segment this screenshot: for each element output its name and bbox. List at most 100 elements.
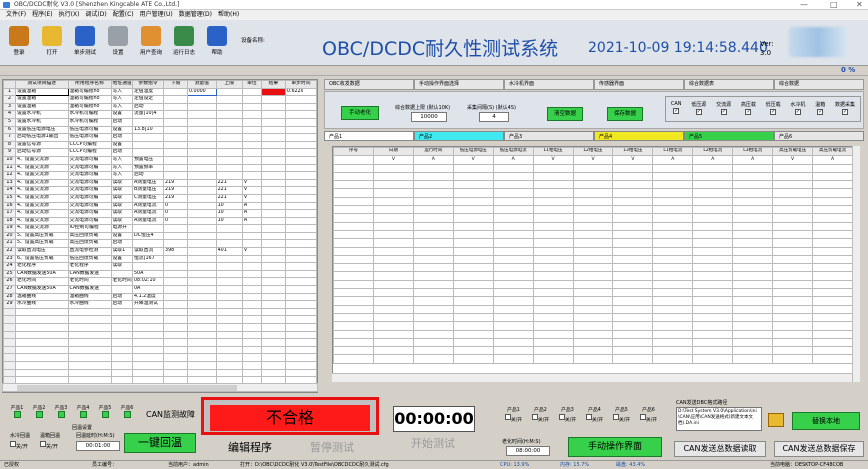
column-header[interactable]: 单步时间 [284,80,317,89]
device-check-4[interactable]: 低压载 ✓ [766,101,781,121]
table-row[interactable]: 12 4、设置交流源 交流电源可编 写入 启动 [3,171,317,180]
menu-item-1[interactable]: 程序(E) [32,10,52,20]
data-column-header[interactable]: 低压电源电压 [452,147,494,157]
table-row[interactable]: 7 启动低压电源1输出 低压电源可编 启动 [3,133,317,142]
data-column-header[interactable]: 序号 [333,147,374,157]
data-column-header[interactable]: 低压电源电流 [492,147,534,157]
column-header[interactable] [3,80,16,89]
product-tab-5[interactable]: 产品5 [684,131,774,141]
upper-limit-input[interactable]: 10000 [411,112,447,122]
product-switch-5[interactable]: 产品5 关/开 [608,406,635,423]
aging-time-input[interactable]: 08:00:00 [506,446,550,456]
product-tab-3[interactable]: 产品3 [504,131,594,141]
menu-item-6[interactable]: 数据管理(D) [179,10,212,20]
table-row[interactable]: 13 4、设置交流源 交流电源可编 读取 A测量电压 219 221 V [3,178,317,188]
column-header[interactable]: 上限 [215,80,243,89]
column-header[interactable]: 结果 [260,80,286,89]
table-row[interactable]: 5 设置水冷机 水冷机可编程 启动 [3,117,317,127]
toolbar-button-5[interactable]: 运行日志 [171,26,197,64]
data-column-header[interactable]: 高压负载电压 [772,147,814,157]
table-row[interactable]: 4 设置水冷机 水冷机可编程 设置 流量[10]4 [3,110,317,119]
tab-1[interactable]: 手动操作界面选择 [414,79,504,90]
vertical-scrollbar[interactable] [852,146,860,382]
save-data-button[interactable]: 保存数据 [607,107,643,121]
table-row[interactable]: 10 4、设置交流源 交流电源可编 写入 预置电压 [3,155,317,165]
table-row[interactable]: 14 4、设置交流源 交流电源可编 读取 B测量电压 219 221 V [3,186,317,195]
tab-0[interactable]: OBC收发数据 [324,79,414,90]
product-tab-4[interactable]: 产品4 [594,131,684,141]
data-column-header[interactable]: L1相电压 [532,147,574,157]
device-check-3[interactable]: 高压载 ✓ [741,101,756,121]
one-key-return-button[interactable]: 一键回温 [124,433,196,453]
checkbox[interactable]: ✓ [695,109,702,115]
device-check-2[interactable]: 交流源 ✓ [716,101,731,121]
column-header[interactable]: 下限 [163,80,188,89]
product-tab-2[interactable]: 产品2 [414,131,504,141]
column-header[interactable]: 测试项目描述 [14,80,69,89]
product-switch-6[interactable]: 产品6 关/开 [635,406,662,423]
clear-data-button[interactable]: 清空数据 [547,107,583,121]
replace-local-button[interactable]: 替换本地 [792,412,860,430]
manual-aging-button[interactable]: 手动老化 [341,106,379,120]
toolbar-button-4[interactable]: 用户查询 [138,26,164,64]
product-switch-2[interactable]: 产品2 关/开 [527,406,554,423]
checkbox[interactable]: ✓ [794,109,801,115]
return-delay-input[interactable]: 00:01:00 [76,441,120,451]
data-column-header[interactable]: 高压负载电流 [812,147,853,157]
table-row[interactable]: 23 6、设置低压负载 低压回馈负载 设置 恒流[167 [3,254,317,264]
horizontal-scrollbar[interactable] [2,383,318,392]
table-row[interactable]: 3 设置温箱 温箱可编程ho 写入 启动 [3,102,317,112]
pause-test-button[interactable]: 暂停测试 [300,439,364,457]
data-column-header[interactable]: 运行时间 [412,147,454,157]
can-path-input[interactable]: D:\Test System V3.0\Application\ini\CAN\… [676,407,762,431]
table-row[interactable]: 24 老化程序 老化程序 读取 [3,262,317,271]
table-row[interactable]: 28 温箱曲线 温箱曲线 启动 4.1.2温度 [3,292,317,302]
can-save-button[interactable]: CAN发送总数据保存 [774,441,864,457]
data-column-header[interactable]: L3相电压 [612,147,654,157]
data-column-header[interactable]: 日期 [372,147,414,157]
start-test-button[interactable]: 开始测试 [396,433,470,455]
table-row[interactable]: 15 4、设置交流源 交流电源可编 读取 C测量电压 219 221 V [3,193,317,203]
toolbar-button-2[interactable]: 单步测试 [72,26,98,64]
data-column-header[interactable]: L2相电压 [572,147,614,157]
table-row[interactable]: 2 设置温箱 温箱可编程ho 写入 定值设定 [3,95,317,104]
table-row[interactable]: 21 5、设置高压负载 高压回馈负载 启动 [3,239,317,249]
product-tab-1[interactable]: 产品1 [324,131,414,141]
interval-input[interactable]: 4 [479,112,509,122]
table-row[interactable]: 29 水冷曲线 水冷曲线 启动 升降温测试 [3,300,317,309]
toolbar-button-1[interactable]: 打开 [39,26,65,64]
column-header[interactable]: 参数指令 [131,80,165,89]
temp-box-switch[interactable]: 关/开 [40,440,58,450]
menu-item-5[interactable]: 用户管理(U) [140,10,173,20]
menu-item-4[interactable]: 配置(C) [113,10,134,20]
device-check-6[interactable]: 温箱 ✓ [815,101,825,121]
tab-2[interactable]: 水冷机界面 [504,79,594,90]
toolbar-button-0[interactable]: 登录 [6,26,32,64]
tab-4[interactable]: 综合数据表 [684,79,774,90]
data-column-header[interactable]: L1相电流 [652,147,694,157]
device-check-5[interactable]: 水冷机 ✓ [790,101,805,121]
checkbox[interactable]: ✓ [745,109,752,115]
checkbox[interactable]: ✓ [841,109,848,115]
table-row[interactable]: 16 4、设置交流源 交流电源可编 读取 A测量电流 0 10 A [3,201,317,211]
right-horizontal-scrollbar[interactable] [332,373,852,382]
table-row[interactable]: 17 4、设置交流源 交流电源可编 读取 A测量电流 0 10 A [3,209,317,218]
folder-icon[interactable] [768,413,784,427]
device-check-0[interactable]: CAN ✓ [671,101,682,121]
table-row[interactable]: 1 设置温箱 温箱可编程ho 写入 定值温度 0.0000 0.622s [3,87,317,97]
table-row[interactable]: 20 5、设置高压负载 高压回馈负载 设置 DC恒压4 [3,231,317,241]
tab-5[interactable]: 综合数据 [774,79,864,90]
device-check-7[interactable]: 数据采集 ✓ [835,101,855,121]
table-row[interactable]: 8 设置信号源 CCCP可编程 设置 [3,140,317,150]
can-read-button[interactable]: CAN发送总数据读取 [674,441,766,457]
checkbox[interactable]: ✓ [770,109,777,115]
menu-item-0[interactable]: 文件(F) [6,10,26,20]
table-row[interactable]: 19 4、设置交流源 IO控制可编程 电源开 [3,224,317,233]
column-header[interactable]: 所用程序名称 [67,80,112,89]
table-row[interactable]: 9 启动信号源 CCCP可编程 启动 [3,148,317,157]
table-row[interactable]: 22 读取直流电压 直流电参检测 读取1 读取直流 398 401 V [3,247,317,256]
menu-item-7[interactable]: 帮助(H) [218,10,239,20]
data-column-header[interactable]: L3相电流 [732,147,774,157]
checkbox[interactable]: ✓ [673,108,680,114]
table-row[interactable]: 6 设置低压电源电压 低压电源可编 设置 13.8[10 [3,125,317,135]
